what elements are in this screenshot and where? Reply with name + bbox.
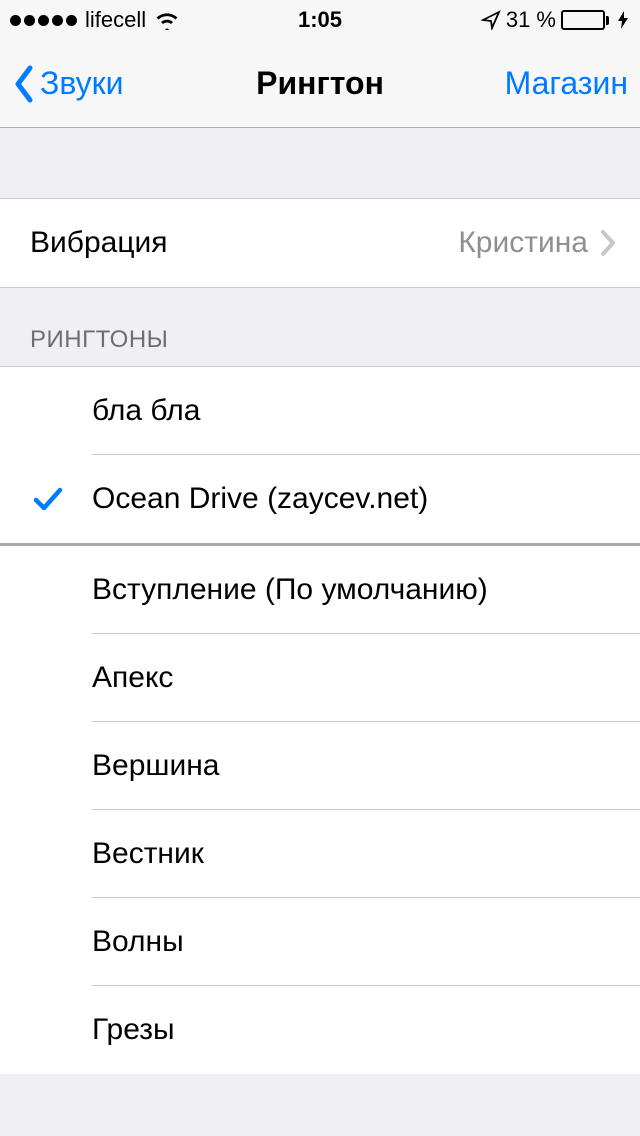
ringtone-item[interactable]: Грезы [0,986,640,1074]
status-time: 1:05 [298,7,342,33]
chevron-right-icon [600,229,616,257]
status-right: 31 % [481,7,630,33]
custom-ringtones-group: бла бла Ocean Drive (zaycev.net) [0,366,640,543]
carrier-label: lifecell [85,7,146,33]
checkmark-icon [30,481,66,517]
vibration-cell[interactable]: Вибрация Кристина [0,199,640,287]
ringtone-item[interactable]: Апекс [0,634,640,722]
back-button[interactable]: Звуки [12,64,124,104]
ringtone-label: Волны [92,925,616,959]
nav-bar: Звуки Рингтон Магазин [0,40,640,128]
battery-icon [561,10,609,30]
vibration-label: Вибрация [30,226,458,260]
vibration-group: Вибрация Кристина [0,198,640,288]
builtin-ringtones-group: Вступление (По умолчанию) Апекс Вершина … [0,546,640,1074]
ringtone-label: Вестник [92,837,616,871]
ringtones-header: РИНГТОНЫ [0,288,640,366]
status-left: lifecell [10,7,180,33]
ringtone-item[interactable]: Вестник [0,810,640,898]
ringtone-label: Апекс [92,661,616,695]
ringtone-item-selected[interactable]: Ocean Drive (zaycev.net) [0,455,640,543]
wifi-icon [154,10,180,30]
ringtone-item[interactable]: Волны [0,898,640,986]
back-label: Звуки [40,65,124,102]
location-icon [481,10,501,30]
ringtone-label: Грезы [92,1013,616,1047]
charging-icon [614,10,630,30]
ringtone-label: Вершина [92,749,616,783]
ringtone-label: Ocean Drive (zaycev.net) [92,482,616,516]
ringtone-item[interactable]: бла бла [0,367,640,455]
page-title: Рингтон [256,65,384,102]
vibration-value: Кристина [458,226,588,260]
ringtone-item[interactable]: Вершина [0,722,640,810]
ringtone-label: бла бла [92,394,616,428]
battery-percentage: 31 % [506,7,556,33]
cellular-signal-icon [10,15,77,26]
chevron-left-icon [12,64,36,104]
status-bar: lifecell 1:05 31 % [0,0,640,40]
store-button[interactable]: Магазин [505,65,628,102]
ringtone-label: Вступление (По умолчанию) [92,573,616,607]
ringtone-item[interactable]: Вступление (По умолчанию) [0,546,640,634]
